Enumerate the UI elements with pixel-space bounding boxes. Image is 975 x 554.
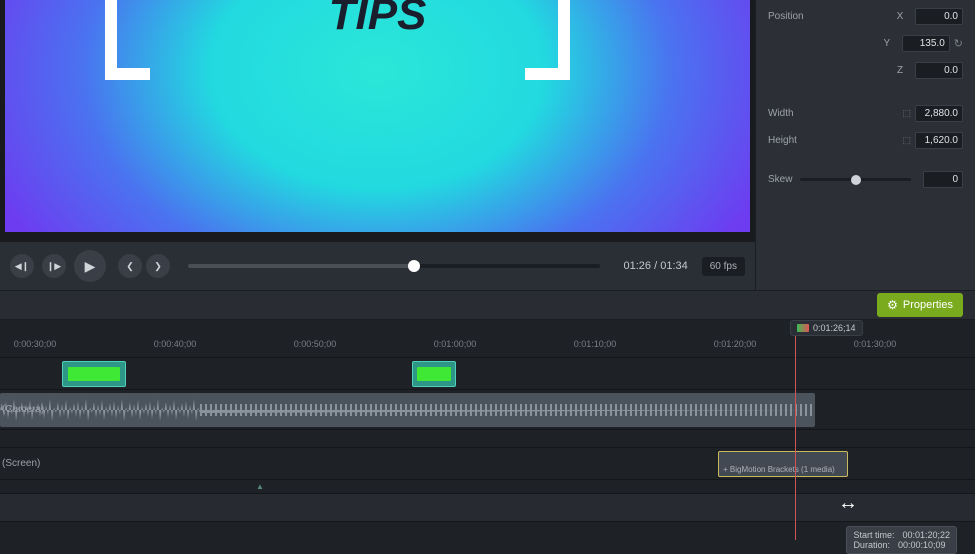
tooltip-start-value: 00:01:20;22 [902,530,950,540]
tracks-container: (Camera) (Screen) + BigMotion Brackets (… [0,358,975,522]
track-annotation[interactable] [0,358,975,390]
link-icon[interactable]: ⬚ [902,108,911,119]
playback-timecode: 01:26 / 01:34 [624,260,688,272]
width-label: Width [768,108,794,119]
clip-green-2[interactable] [412,361,456,387]
x-label: X [893,11,907,22]
skew-label: Skew [768,174,792,185]
ruler-tick: 0:01:00;00 [434,339,477,349]
motion-clip-label: + BigMotion Brackets (1 media) [723,465,835,474]
height-label: Height [768,135,797,146]
z-label: Z [893,65,907,76]
position-y-input[interactable] [902,35,950,52]
seek-thumb[interactable] [408,260,420,272]
track-spacer-1 [0,430,975,448]
clip-green-1[interactable] [62,361,126,387]
track-label-screen: (Screen) [0,448,40,479]
reset-icon[interactable]: ↻ [954,37,963,50]
properties-button-label: Properties [903,299,953,311]
preview-panel: TIPS ◀❙ ❙▶ ▶ ❮ ❯ 01:26 / 01:34 60 fps [0,0,755,290]
bracket-graphic-left [105,0,150,80]
play-button[interactable]: ▶ [74,250,106,282]
link-icon-2[interactable]: ⬚ [902,135,911,146]
height-input[interactable] [915,132,963,149]
playhead-time-bubble[interactable]: 0:01:26;14 [790,320,863,336]
position-label: Position [768,11,804,22]
next-marker-button[interactable]: ❯ [146,254,170,278]
ruler-tick: 0:00:30;00 [14,339,57,349]
next-frame-button[interactable]: ❙▶ [42,254,66,278]
ruler-tick: 0:00:40;00 [154,339,197,349]
skew-thumb[interactable] [851,175,861,185]
prev-marker-button[interactable]: ❮ [118,254,142,278]
seek-slider[interactable] [188,264,600,268]
ruler-tick: 0:01:30;00 [854,339,897,349]
scrub-row[interactable]: 0:01:26;14 [0,320,975,328]
properties-button[interactable]: ⚙ Properties [877,293,963,317]
motion-clip[interactable]: + BigMotion Brackets (1 media) [718,451,848,477]
width-input[interactable] [915,105,963,122]
track-camera[interactable]: (Camera) [0,390,975,430]
track-label-camera: (Camera) [0,390,44,429]
properties-panel: Position X Y ↻ Z Width ⬚ [755,0,975,290]
bracket-graphic-right [525,0,570,80]
fps-badge[interactable]: 60 fps [702,257,745,276]
clip-info-tooltip: Start time: 00:01:20;22 Duration: 00:00:10… [846,526,957,554]
skew-slider[interactable] [800,178,911,181]
canvas-title-text: TIPS [329,0,427,40]
playback-bar: ◀❙ ❙▶ ▶ ❮ ❯ 01:26 / 01:34 60 fps [0,242,755,290]
tooltip-start-label: Start time: [853,530,894,540]
properties-toolbar: ⚙ Properties [0,290,975,320]
track-marker-icon[interactable]: ▲ [256,482,264,491]
playhead-marker-icon [797,324,809,332]
ruler-tick: 0:01:20;00 [714,339,757,349]
y-label: Y [880,38,894,49]
ruler-tick: 0:00:50;00 [294,339,337,349]
playhead-line[interactable] [795,320,796,540]
gear-icon: ⚙ [887,298,898,312]
tooltip-duration-label: Duration: [853,540,890,550]
timeline: 0:01:26;14 0:00:30;00 0:00:40;00 0:00:50;0… [0,320,975,522]
ruler-tick: 0:01:10;00 [574,339,617,349]
position-z-input[interactable] [915,62,963,79]
track-empty[interactable] [0,494,975,522]
tooltip-duration-value: 00:00:10;09 [898,540,946,550]
track-screen[interactable]: (Screen) + BigMotion Brackets (1 media) [0,448,975,480]
skew-input[interactable] [923,171,963,188]
track-marker-row[interactable]: ▲ [0,480,975,494]
preview-canvas[interactable]: TIPS [5,0,750,232]
prev-frame-button[interactable]: ◀❙ [10,254,34,278]
camera-clip[interactable] [0,393,815,427]
position-x-input[interactable] [915,8,963,25]
